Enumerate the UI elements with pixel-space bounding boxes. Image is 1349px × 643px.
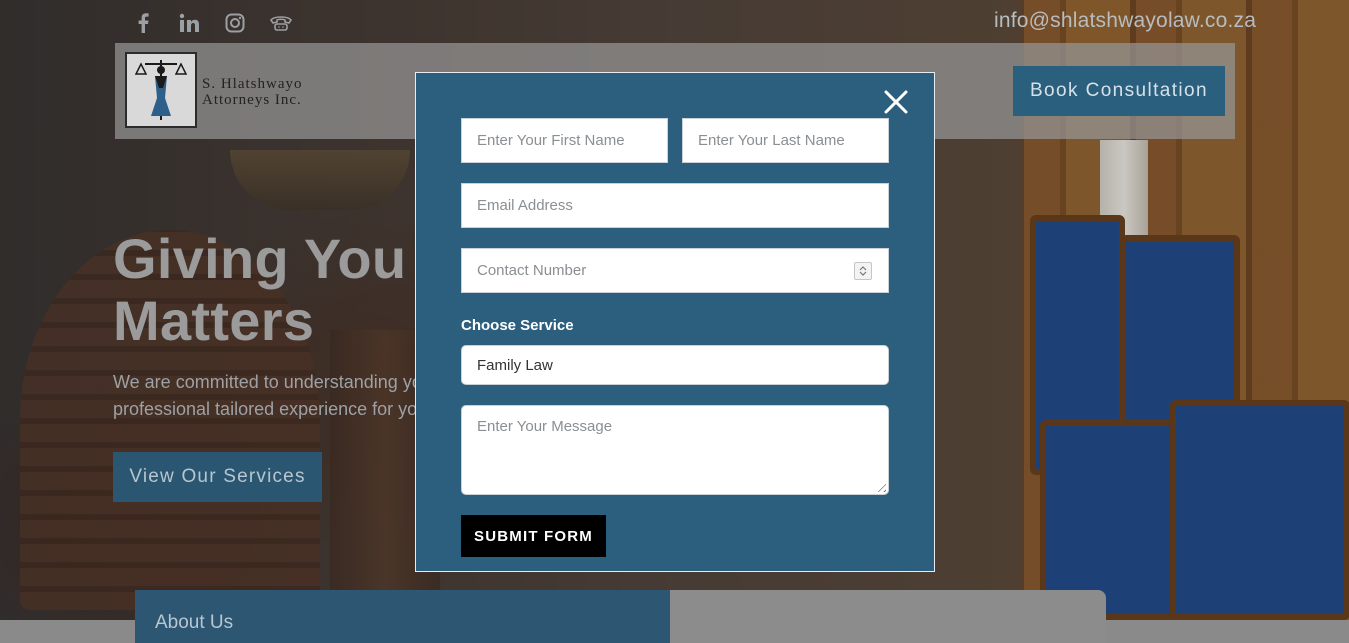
consultation-form-modal: Enter Your First Name Enter Your Last Na… xyxy=(415,72,935,572)
instagram-icon[interactable] xyxy=(222,10,248,36)
contact-number-placeholder: Contact Number xyxy=(477,262,587,279)
company-logo[interactable] xyxy=(125,52,197,128)
last-name-placeholder: Enter Your Last Name xyxy=(698,132,845,149)
social-links xyxy=(130,10,294,36)
book-consultation-button[interactable]: Book Consultation xyxy=(1013,66,1225,116)
logo-line-2: Attorneys Inc. xyxy=(202,92,302,108)
facebook-icon[interactable] xyxy=(130,10,156,36)
service-select-value: Family Law xyxy=(477,356,553,374)
first-name-placeholder: Enter Your First Name xyxy=(477,132,625,149)
first-name-field[interactable]: Enter Your First Name xyxy=(461,118,668,163)
contact-number-field[interactable]: Contact Number xyxy=(461,248,889,293)
linkedin-icon[interactable] xyxy=(176,10,202,36)
service-select[interactable]: Family Law xyxy=(461,345,889,385)
choose-service-label: Choose Service xyxy=(461,317,574,334)
resize-handle-icon[interactable] xyxy=(874,480,886,492)
logo-line-1: S. Hlatshwayo xyxy=(202,76,303,92)
message-placeholder: Enter Your Message xyxy=(477,418,613,435)
last-name-field[interactable]: Enter Your Last Name xyxy=(682,118,889,163)
submit-form-button[interactable]: SUBMIT FORM xyxy=(461,515,606,557)
close-icon[interactable] xyxy=(883,89,909,115)
about-panel-right xyxy=(670,590,1106,643)
about-us-tab[interactable]: About Us xyxy=(135,590,670,643)
logo-text: S. Hlatshwayo Attorneys Inc. xyxy=(202,76,303,108)
email-placeholder: Email Address xyxy=(477,197,573,214)
email-field[interactable]: Email Address xyxy=(461,183,889,228)
view-services-button[interactable]: View Our Services xyxy=(113,452,322,502)
phone-icon[interactable] xyxy=(268,10,294,36)
message-textarea[interactable]: Enter Your Message xyxy=(461,405,889,495)
number-spinner-icon[interactable] xyxy=(854,262,872,280)
contact-email-link[interactable]: info@shlatshwayolaw.co.za xyxy=(994,9,1256,33)
